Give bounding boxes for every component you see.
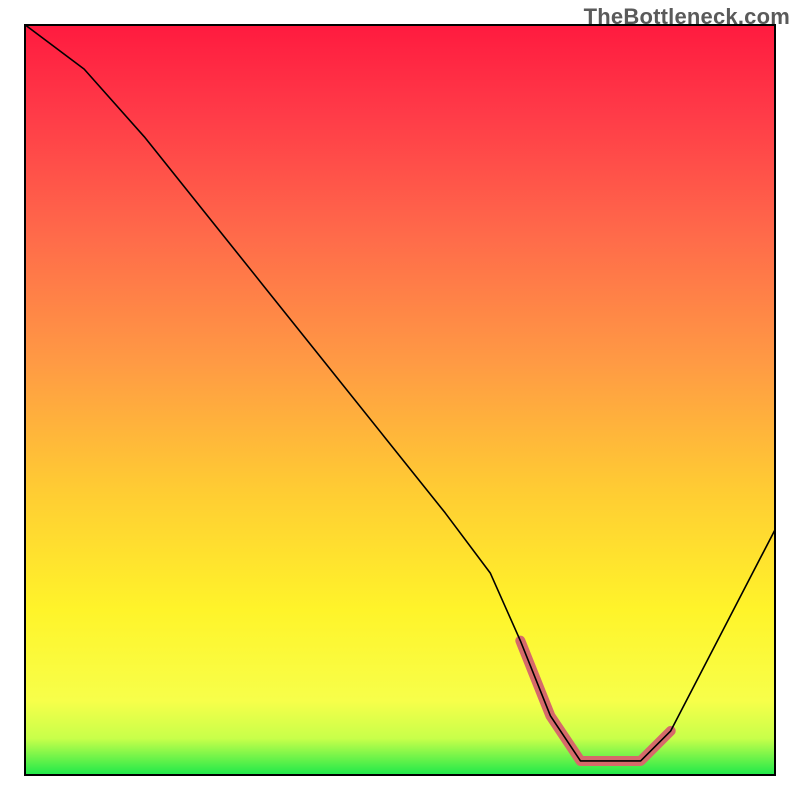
plot-area bbox=[24, 24, 776, 776]
chart-stage: TheBottleneck.com bbox=[0, 0, 800, 800]
watermark-text: TheBottleneck.com bbox=[584, 4, 790, 30]
curve-layer bbox=[24, 24, 776, 776]
bottleneck-curve bbox=[24, 24, 776, 761]
optimal-range-marker bbox=[520, 641, 670, 761]
